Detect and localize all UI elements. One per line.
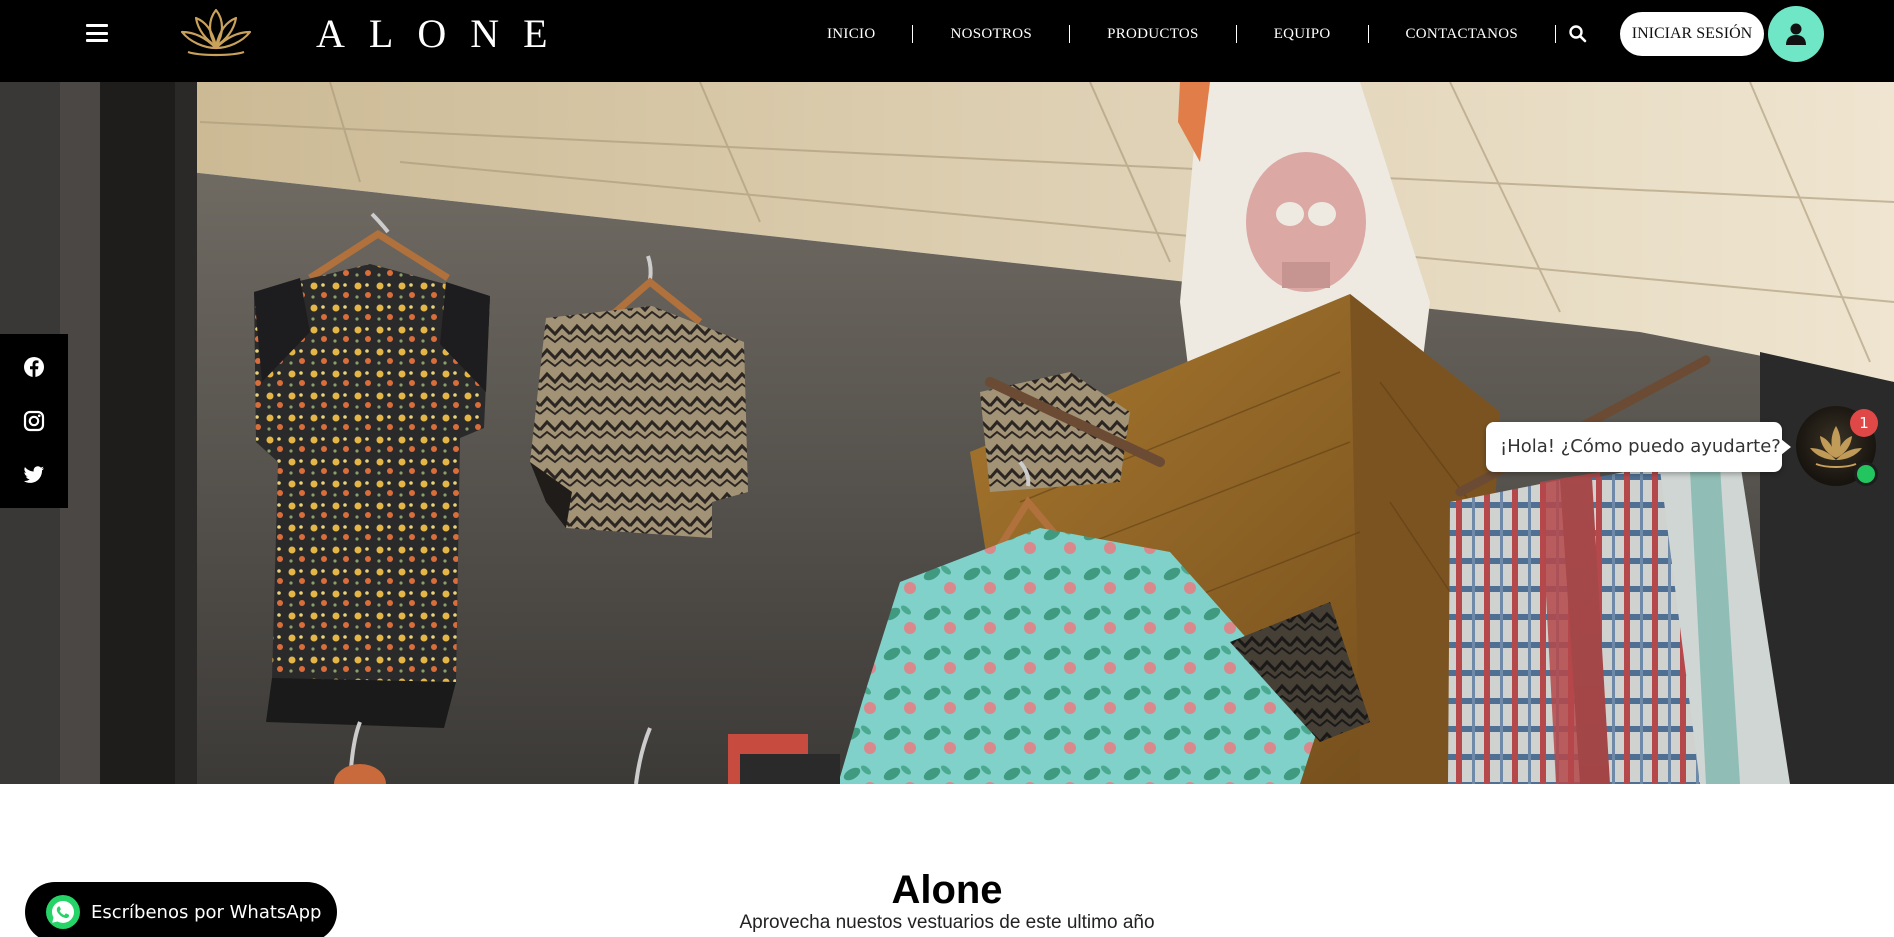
hamburger-icon[interactable] (86, 24, 108, 42)
online-status-dot (1854, 462, 1878, 486)
nav-link-equipo[interactable]: EQUIPO (1237, 20, 1368, 48)
chat-notification-badge: 1 (1850, 409, 1878, 437)
whatsapp-button[interactable]: Escríbenos por WhatsApp (25, 882, 337, 937)
login-button[interactable]: INICIAR SESIÓN (1620, 12, 1764, 56)
nav-link-inicio[interactable]: INICIO (790, 20, 912, 48)
main-nav: INICIO NOSOTROS PRODUCTOS EQUIPO CONTACT… (790, 20, 1557, 48)
instagram-icon[interactable] (17, 404, 51, 438)
whatsapp-label: Escríbenos por WhatsApp (91, 901, 322, 923)
whatsapp-icon (46, 895, 80, 929)
user-account-button[interactable] (1768, 6, 1824, 62)
chat-greeting-bubble[interactable]: ¡Hola! ¿Cómo puedo ayudarte? (1486, 422, 1791, 472)
lotus-logo-icon[interactable] (178, 6, 254, 60)
search-icon[interactable] (1566, 22, 1590, 46)
nav-link-contactanos[interactable]: CONTACTANOS (1369, 20, 1556, 48)
user-icon (1786, 23, 1806, 45)
top-navbar: ALONE INICIO NOSOTROS PRODUCTOS EQUIPO C… (0, 0, 1894, 82)
twitter-icon[interactable] (17, 458, 51, 492)
nav-link-productos[interactable]: PRODUCTOS (1070, 20, 1236, 48)
brand-wordmark[interactable]: ALONE (316, 10, 572, 58)
nav-link-nosotros[interactable]: NOSOTROS (913, 20, 1069, 48)
nav-divider (1555, 25, 1557, 43)
social-sidebar (0, 334, 68, 508)
facebook-icon[interactable] (17, 350, 51, 384)
